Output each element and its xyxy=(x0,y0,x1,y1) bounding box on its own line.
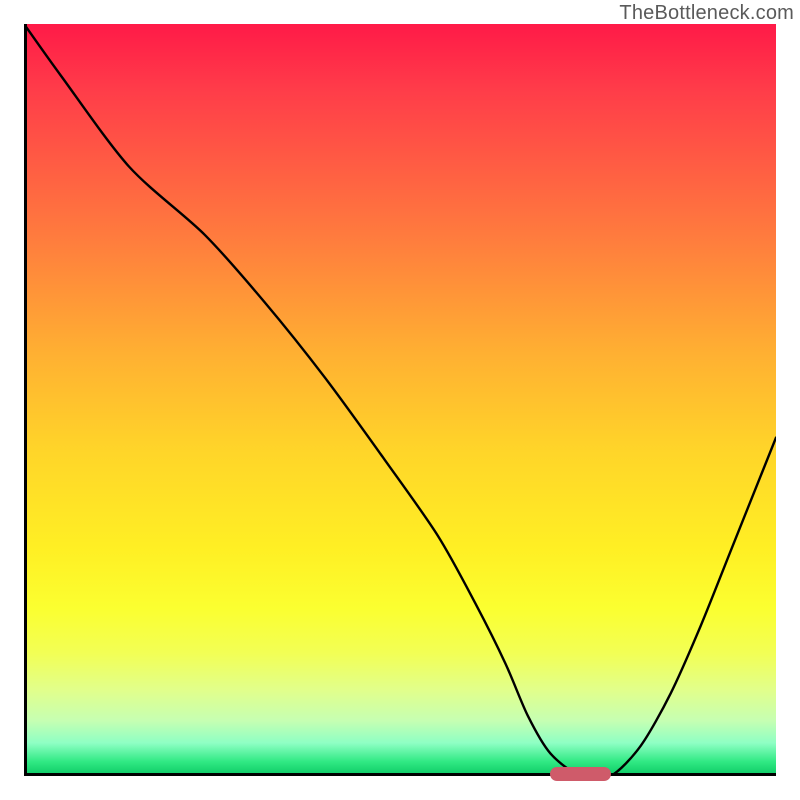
watermark-text: TheBottleneck.com xyxy=(619,2,794,25)
plot-area xyxy=(24,24,776,776)
optimal-range-marker xyxy=(550,767,610,781)
chart-container: TheBottleneck.com xyxy=(0,0,800,800)
